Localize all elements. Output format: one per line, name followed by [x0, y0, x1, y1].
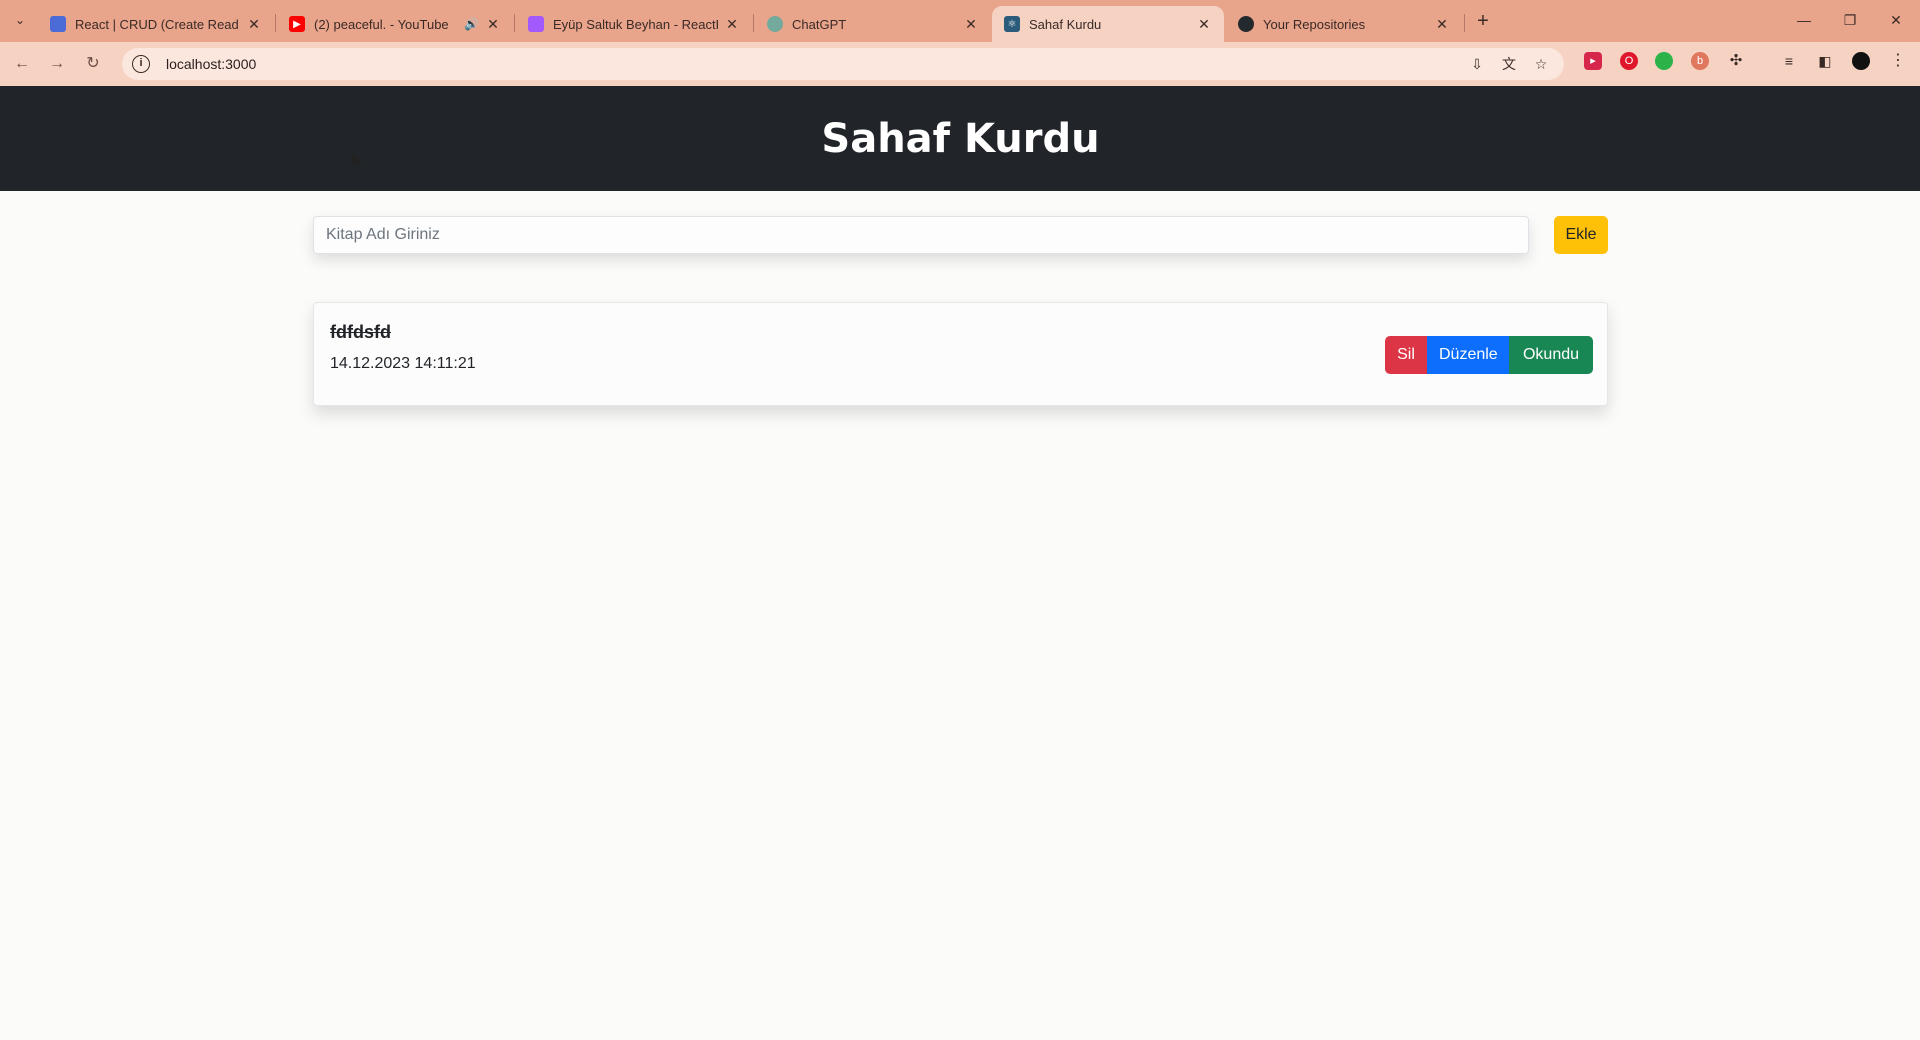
tab-sahaf-kurdu[interactable]: ⚛ Sahaf Kurdu ✕ — [992, 6, 1224, 42]
book-name-input[interactable] — [313, 216, 1529, 254]
tab-title: Eyüp Saltuk Beyhan - ReactFror — [553, 16, 718, 32]
menu-icon[interactable]: ⋮ — [1889, 52, 1907, 70]
edit-button[interactable]: Düzenle — [1427, 336, 1509, 374]
tab-search-icon[interactable]: ⌄ — [8, 8, 32, 32]
close-icon[interactable]: ✕ — [246, 16, 262, 33]
url-text[interactable]: localhost:3000 — [166, 56, 256, 72]
extension-icon[interactable]: ▸ — [1584, 52, 1602, 70]
mark-read-button[interactable]: Okundu — [1509, 336, 1593, 374]
close-icon[interactable]: ✕ — [1196, 16, 1212, 33]
youtube-icon: ▶ — [289, 16, 305, 32]
profile-avatar[interactable] — [1852, 52, 1870, 70]
browser-tabbar: ⌄ React | CRUD (Create Read Upd ✕ ▶ (2) … — [0, 0, 1920, 42]
tab-github[interactable]: Your Repositories ✕ — [1226, 6, 1462, 42]
close-icon[interactable]: ✕ — [485, 16, 501, 33]
back-icon[interactable]: ← — [10, 52, 34, 76]
tab-youtube[interactable]: ▶ (2) peaceful. - YouTube 🔊 ✕ — [277, 6, 513, 42]
opera-icon[interactable]: O — [1620, 52, 1638, 70]
side-panel-icon[interactable]: ◧ — [1816, 52, 1834, 70]
tab-figma[interactable]: Eyüp Saltuk Beyhan - ReactFror ✕ — [516, 6, 752, 42]
reload-icon[interactable]: ↻ — [81, 52, 105, 76]
speaker-icon[interactable]: 🔊 — [464, 17, 479, 31]
app-header: Sahaf Kurdu — [0, 86, 1920, 191]
delete-button[interactable]: Sil — [1385, 336, 1427, 374]
add-book-form: Ekle — [313, 216, 1608, 254]
new-tab-button[interactable]: + — [1471, 10, 1495, 34]
book-card: fdfdsfd 14.12.2023 14:11:21 Sil Düzenle … — [313, 302, 1608, 406]
minimize-icon[interactable]: — — [1781, 8, 1827, 32]
tab-react-crud[interactable]: React | CRUD (Create Read Upd ✕ — [38, 6, 274, 42]
tab-title: ChatGPT — [792, 16, 847, 32]
tab-title: (2) peaceful. - YouTube — [314, 16, 449, 32]
github-icon — [1238, 16, 1254, 32]
translate-icon[interactable]: 文 — [1500, 55, 1518, 73]
react-icon: ⚛ — [1004, 16, 1020, 32]
bookmark-star-icon[interactable]: ☆ — [1532, 55, 1550, 73]
tab-title: React | CRUD (Create Read Upd — [75, 16, 240, 32]
restore-icon[interactable]: ❐ — [1827, 8, 1873, 32]
page-title: Sahaf Kurdu — [821, 115, 1100, 162]
extension-icon[interactable]: b — [1691, 52, 1709, 70]
install-app-icon[interactable]: ⇩ — [1468, 55, 1486, 73]
doc-icon — [50, 16, 66, 32]
figma-icon — [528, 16, 544, 32]
forward-icon[interactable]: → — [45, 52, 69, 76]
puzzle-icon[interactable]: ✣ — [1727, 52, 1745, 70]
add-button[interactable]: Ekle — [1554, 216, 1608, 254]
book-title: fdfdsfd — [330, 322, 391, 342]
book-date: 14.12.2023 14:11:21 — [330, 355, 476, 372]
window-close-icon[interactable]: ✕ — [1873, 8, 1919, 32]
media-control-icon[interactable]: ≡ — [1780, 52, 1798, 70]
extension-icon[interactable] — [1655, 52, 1673, 70]
chatgpt-icon — [767, 16, 783, 32]
tab-title: Sahaf Kurdu — [1029, 16, 1102, 32]
site-info-icon[interactable]: i — [132, 55, 150, 73]
close-icon[interactable]: ✕ — [724, 16, 740, 33]
page: Sahaf Kurdu Ekle fdfdsfd 14.12.2023 14:1… — [0, 86, 1920, 1040]
book-actions: Sil Düzenle Okundu — [1385, 336, 1593, 374]
tab-title: Your Repositories — [1263, 16, 1366, 32]
close-icon[interactable]: ✕ — [1434, 16, 1450, 33]
close-icon[interactable]: ✕ — [963, 16, 979, 33]
address-bar[interactable]: i localhost:3000 — [122, 48, 1564, 80]
tab-chatgpt[interactable]: ChatGPT ✕ — [755, 6, 991, 42]
